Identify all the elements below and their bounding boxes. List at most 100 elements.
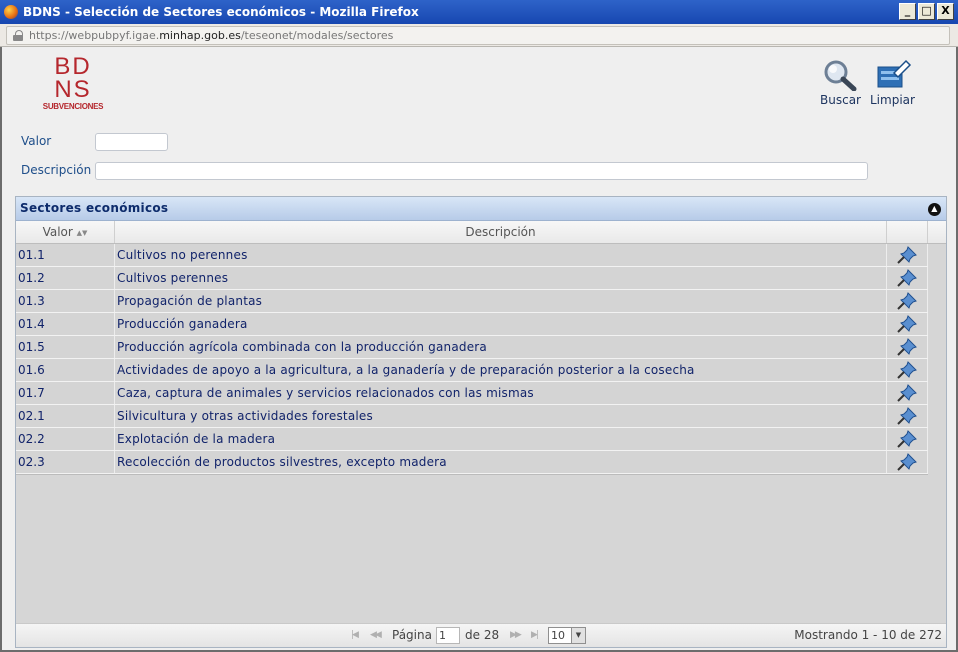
table-row[interactable]: 01.4 Producción ganadera [16, 313, 928, 336]
logo-line-1: BD [54, 53, 92, 80]
limpiar-label: Limpiar [870, 93, 915, 107]
next-page-icon[interactable]: ▶▶ [510, 630, 522, 640]
page-size-value: 10 [551, 629, 565, 642]
pin-icon [897, 269, 917, 287]
page-input[interactable]: 1 [436, 627, 460, 644]
table-row[interactable]: 02.2 Explotación de la madera [16, 428, 928, 451]
header-descripcion-label: Descripción [465, 225, 536, 239]
select-pin-button[interactable] [887, 290, 928, 312]
grid-caption: Sectores económicos ▲ [16, 197, 946, 221]
select-pin-button[interactable] [887, 382, 928, 404]
modal-page: BD NS SUBVENCIONES Buscar Limpiar Valor … [0, 47, 958, 652]
cell-descripcion: Recolección de productos silvestres, exc… [115, 451, 887, 473]
limpiar-button[interactable]: Limpiar [870, 59, 915, 107]
select-pin-button[interactable] [887, 451, 928, 473]
table-row[interactable]: 01.1 Cultivos no perennes [16, 244, 928, 267]
header-select [887, 221, 928, 243]
buscar-label: Buscar [820, 93, 861, 107]
table-row[interactable]: 01.6 Actividades de apoyo a la agricultu… [16, 359, 928, 382]
descripcion-input[interactable] [95, 162, 868, 180]
cell-descripcion: Explotación de la madera [115, 428, 887, 450]
address-bar: https://webpubpyf.igae. minhap.gob.es/tes… [0, 24, 958, 47]
eraser-icon [877, 59, 912, 88]
grid-pager: |◀ ◀◀ Página 1 de 28 ▶▶ ▶| 10 ▼ Mostrand… [16, 623, 946, 647]
buscar-button[interactable]: Buscar [820, 59, 861, 107]
cell-valor: 01.5 [16, 336, 115, 358]
maximize-button[interactable]: □ [918, 3, 935, 20]
url-domain: minhap.gob.es [159, 29, 241, 42]
pin-icon [897, 430, 917, 448]
select-pin-button[interactable] [887, 267, 928, 289]
select-pin-button[interactable] [887, 313, 928, 335]
select-pin-button[interactable] [887, 336, 928, 358]
pin-icon [897, 246, 917, 264]
grid-header: Valor ▲▼ Descripción [16, 221, 946, 244]
grid-title: Sectores económicos [20, 201, 169, 215]
grid-body: 01.1 Cultivos no perennes 01.2 Cultivos … [16, 244, 928, 475]
cell-descripcion: Caza, captura de animales y servicios re… [115, 382, 887, 404]
pin-icon [897, 453, 917, 471]
window-title: BDNS - Selección de Sectores económicos … [23, 5, 419, 19]
pin-icon [897, 407, 917, 425]
cell-valor: 01.6 [16, 359, 115, 381]
page-count: de 28 [465, 628, 500, 642]
records-info: Mostrando 1 - 10 de 272 [794, 628, 942, 642]
cell-valor: 02.2 [16, 428, 115, 450]
close-button[interactable]: X [937, 3, 954, 20]
table-row[interactable]: 01.7 Caza, captura de animales y servici… [16, 382, 928, 405]
minimize-button[interactable]: _ [899, 3, 916, 20]
table-row[interactable]: 01.3 Propagación de plantas [16, 290, 928, 313]
select-pin-button[interactable] [887, 244, 928, 266]
magnifier-icon [824, 60, 857, 91]
url-field[interactable]: https://webpubpyf.igae. minhap.gob.es/tes… [6, 26, 950, 45]
page-label: Página [392, 628, 432, 642]
lock-icon [13, 30, 23, 41]
url-prefix: https://webpubpyf.igae. [29, 29, 160, 42]
pin-icon [897, 361, 917, 379]
logo-tagline: SUBVENCIONES [42, 102, 104, 111]
cell-descripcion: Producción ganadera [115, 313, 887, 335]
cell-valor: 01.1 [16, 244, 115, 266]
table-row[interactable]: 01.2 Cultivos perennes [16, 267, 928, 290]
header-valor[interactable]: Valor ▲▼ [16, 221, 115, 243]
cell-valor: 02.1 [16, 405, 115, 427]
cell-valor: 02.3 [16, 451, 115, 473]
cell-descripcion: Silvicultura y otras actividades foresta… [115, 405, 887, 427]
select-pin-button[interactable] [887, 428, 928, 450]
table-row[interactable]: 02.3 Recolección de productos silvestres… [16, 451, 928, 474]
prev-page-icon[interactable]: ◀◀ [370, 630, 382, 640]
url-path: /teseonet/modales/sectores [240, 29, 394, 42]
first-page-icon[interactable]: |◀ [351, 630, 359, 640]
select-pin-button[interactable] [887, 359, 928, 381]
select-pin-button[interactable] [887, 405, 928, 427]
cell-descripcion: Cultivos no perennes [115, 244, 887, 266]
page-size-select[interactable]: 10 ▼ [548, 627, 586, 644]
cell-valor: 01.2 [16, 267, 115, 289]
descripcion-label: Descripción [21, 163, 92, 177]
last-page-icon[interactable]: ▶| [531, 630, 539, 640]
window-controls: _ □ X [899, 3, 954, 20]
cell-valor: 01.7 [16, 382, 115, 404]
chevron-down-icon: ▼ [571, 628, 585, 643]
pin-icon [897, 292, 917, 310]
cell-descripcion: Propagación de plantas [115, 290, 887, 312]
valor-label: Valor [21, 134, 52, 148]
cell-valor: 01.3 [16, 290, 115, 312]
header-valor-label: Valor [42, 225, 73, 239]
table-row[interactable]: 01.5 Producción agrícola combinada con l… [16, 336, 928, 359]
cell-descripcion: Actividades de apoyo a la agricultura, a… [115, 359, 887, 381]
header-descripcion[interactable]: Descripción [115, 221, 887, 243]
valor-input[interactable] [95, 133, 168, 151]
firefox-icon [4, 5, 18, 19]
logo-line-2: NS [54, 76, 92, 103]
table-row[interactable]: 02.1 Silvicultura y otras actividades fo… [16, 405, 928, 428]
window-titlebar: BDNS - Selección de Sectores económicos … [0, 0, 958, 24]
pin-icon [897, 315, 917, 333]
collapse-icon[interactable]: ▲ [928, 203, 941, 216]
sort-icon: ▲▼ [76, 229, 88, 237]
cell-descripcion: Producción agrícola combinada con la pro… [115, 336, 887, 358]
bdns-logo: BD NS SUBVENCIONES [38, 53, 108, 112]
sectores-grid: Sectores económicos ▲ Valor ▲▼ Descripci… [15, 196, 947, 648]
pin-icon [897, 338, 917, 356]
pin-icon [897, 384, 917, 402]
